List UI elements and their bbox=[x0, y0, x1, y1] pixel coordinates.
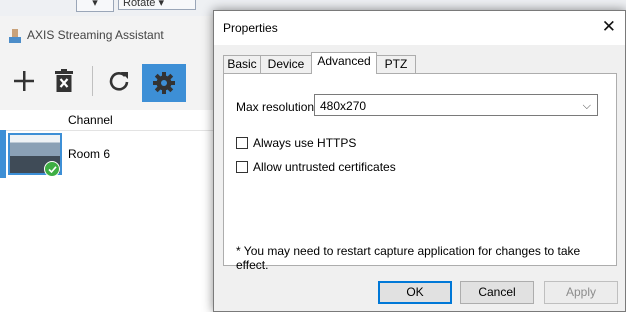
max-resolution-select[interactable]: 480x270 ⌵ bbox=[314, 94, 598, 116]
delete-button[interactable] bbox=[47, 64, 81, 98]
plus-icon bbox=[14, 71, 34, 91]
app-title-bar: AXIS Streaming Assistant bbox=[0, 16, 228, 54]
ok-button[interactable]: OK bbox=[378, 281, 452, 304]
properties-dialog: Properties ✕ Basic Device Advanced PTZ M… bbox=[213, 10, 626, 312]
rotate-label: Rotate bbox=[123, 0, 156, 9]
tab-device[interactable]: Device bbox=[260, 55, 312, 73]
allow-untrusted-label: Allow untrusted certificates bbox=[253, 160, 396, 174]
connected-check-icon bbox=[44, 161, 60, 177]
streaming-assistant-window: AXIS Streaming Assistant Channel Room 6 bbox=[0, 16, 229, 312]
settings-button[interactable] bbox=[142, 64, 186, 102]
dialog-title-bar: Properties ✕ bbox=[214, 11, 625, 45]
always-https-label: Always use HTTPS bbox=[253, 136, 357, 150]
advanced-tab-panel: Max resolution: 480x270 ⌵ Always use HTT… bbox=[223, 73, 617, 272]
tab-ptz[interactable]: PTZ bbox=[376, 55, 416, 73]
dropdown-button[interactable]: ▾ bbox=[76, 0, 114, 12]
refresh-icon bbox=[109, 72, 129, 91]
restart-note: * You may need to restart capture applic… bbox=[236, 244, 581, 272]
apply-button[interactable]: Apply bbox=[544, 281, 618, 304]
channel-row[interactable]: Room 6 bbox=[0, 130, 228, 178]
app-title: AXIS Streaming Assistant bbox=[27, 28, 164, 42]
channel-list-header: Channel bbox=[0, 110, 228, 131]
channel-column-header: Channel bbox=[68, 113, 113, 127]
delete-icon bbox=[55, 69, 73, 92]
max-resolution-value: 480x270 bbox=[320, 99, 367, 113]
refresh-button[interactable] bbox=[102, 64, 136, 98]
close-icon[interactable]: ✕ bbox=[602, 17, 616, 37]
toolbar-separator bbox=[92, 66, 93, 96]
add-button[interactable] bbox=[7, 64, 41, 98]
max-resolution-label: Max resolution: bbox=[236, 100, 318, 114]
rotate-button[interactable]: Rotate ▾ bbox=[118, 0, 196, 10]
always-https-checkbox[interactable] bbox=[236, 137, 248, 149]
chevron-down-icon: ⌵ bbox=[582, 99, 591, 112]
cancel-button[interactable]: Cancel bbox=[460, 281, 534, 304]
gear-icon bbox=[153, 72, 175, 94]
app-logo-icon bbox=[9, 29, 21, 43]
allow-untrusted-checkbox[interactable] bbox=[236, 161, 248, 173]
channel-name: Room 6 bbox=[68, 147, 111, 161]
dialog-title: Properties bbox=[223, 21, 278, 35]
tab-basic[interactable]: Basic bbox=[223, 55, 261, 73]
tab-advanced[interactable]: Advanced bbox=[311, 52, 377, 74]
app-toolbar bbox=[0, 54, 228, 110]
selection-indicator bbox=[0, 130, 6, 178]
